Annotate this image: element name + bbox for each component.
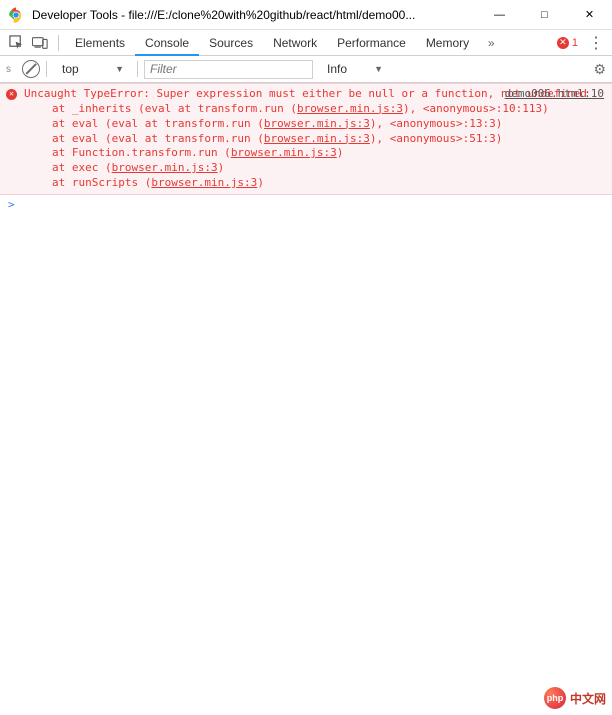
- separator: [46, 61, 47, 77]
- stack-frame[interactable]: at eval (eval at transform.run (browser.…: [52, 132, 606, 147]
- tab-memory[interactable]: Memory: [416, 30, 479, 56]
- chevron-down-icon: ▼: [374, 64, 383, 74]
- error-source-link[interactable]: demo006.html:10: [505, 87, 604, 102]
- stack-source-link[interactable]: browser.min.js:3: [264, 117, 370, 130]
- console-toolbar: s top ▼ Info ▼ ⚙: [0, 56, 612, 83]
- console-settings-icon[interactable]: ⚙: [593, 61, 606, 78]
- watermark-badge: php: [544, 687, 566, 709]
- inspect-element-icon[interactable]: [4, 31, 28, 55]
- console-output: ✕ demo006.html:10 Uncaught TypeError: Su…: [0, 83, 612, 715]
- error-dot-icon: ✕: [557, 37, 569, 49]
- log-level-label: Info: [327, 62, 347, 76]
- window-titlebar: Developer Tools - file:///E:/clone%20wit…: [0, 0, 612, 30]
- tab-network[interactable]: Network: [263, 30, 327, 56]
- sidebar-toggle-letter[interactable]: s: [6, 64, 16, 75]
- devtools-tabs-row: Elements Console Sources Network Perform…: [0, 30, 612, 56]
- separator: [58, 35, 59, 51]
- maximize-button[interactable]: □: [522, 0, 567, 30]
- stack-frame[interactable]: at runScripts (browser.min.js:3): [52, 176, 606, 191]
- stack-frame[interactable]: at exec (browser.min.js:3): [52, 161, 606, 176]
- window-title: Developer Tools - file:///E:/clone%20wit…: [32, 8, 477, 22]
- stack-frame[interactable]: at eval (eval at transform.run (browser.…: [52, 117, 606, 132]
- stack-source-link[interactable]: browser.min.js:3: [231, 146, 337, 159]
- close-button[interactable]: ✕: [567, 0, 612, 30]
- tabs-overflow-icon[interactable]: »: [479, 36, 503, 50]
- devtools-menu-icon[interactable]: ⋮: [588, 33, 604, 53]
- filter-input[interactable]: [144, 60, 313, 79]
- stack-source-link[interactable]: browser.min.js:3: [297, 102, 403, 115]
- separator: [137, 61, 138, 77]
- stack-frame[interactable]: at Function.transform.run (browser.min.j…: [52, 146, 606, 161]
- chevron-down-icon: ▼: [115, 64, 124, 74]
- error-stack: at _inherits (eval at transform.run (bro…: [52, 102, 606, 191]
- watermark: php 中文网: [544, 687, 606, 709]
- prompt-chevron-icon: >: [8, 198, 15, 211]
- stack-frame[interactable]: at _inherits (eval at transform.run (bro…: [52, 102, 606, 117]
- console-prompt[interactable]: >: [0, 195, 612, 214]
- execution-context-selector[interactable]: top ▼: [53, 59, 131, 79]
- clear-console-icon[interactable]: [22, 60, 40, 78]
- tab-sources[interactable]: Sources: [199, 30, 263, 56]
- minimize-button[interactable]: —: [477, 0, 522, 30]
- device-toggle-icon[interactable]: [28, 31, 52, 55]
- error-count-badge[interactable]: ✕ 1: [557, 37, 578, 49]
- stack-source-link[interactable]: browser.min.js:3: [151, 176, 257, 189]
- tab-performance[interactable]: Performance: [327, 30, 416, 56]
- error-icon: ✕: [6, 89, 17, 100]
- tab-elements[interactable]: Elements: [65, 30, 135, 56]
- execution-context-label: top: [62, 62, 79, 76]
- stack-source-link[interactable]: browser.min.js:3: [264, 132, 370, 145]
- watermark-text: 中文网: [570, 690, 606, 707]
- error-count-number: 1: [572, 37, 578, 49]
- console-error-message[interactable]: ✕ demo006.html:10 Uncaught TypeError: Su…: [0, 83, 612, 195]
- log-level-selector[interactable]: Info ▼: [319, 59, 389, 79]
- window-controls: — □ ✕: [477, 0, 612, 30]
- chrome-icon: [8, 7, 24, 23]
- stack-source-link[interactable]: browser.min.js:3: [112, 161, 218, 174]
- tab-console[interactable]: Console: [135, 30, 199, 56]
